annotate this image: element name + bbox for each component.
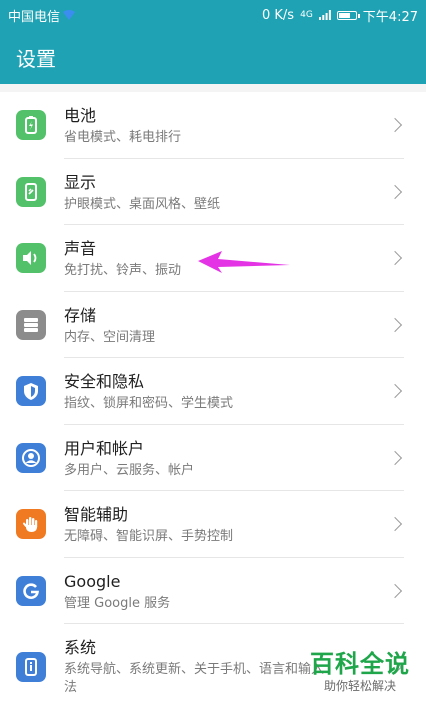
- chevron-right-icon: [388, 516, 404, 532]
- signal-icon: [318, 10, 331, 20]
- system-icon: [16, 651, 46, 682]
- settings-item-title: 电池: [64, 106, 97, 125]
- network-type: 4G: [300, 10, 313, 20]
- watermark-title: 百科全说: [310, 650, 410, 678]
- user-icon: [16, 442, 46, 473]
- settings-item-battery[interactable]: 电池 省电模式、耗电排行: [0, 92, 426, 159]
- settings-item-google[interactable]: Google 管理 Google 服务: [0, 558, 426, 624]
- settings-item-title: 显示: [64, 172, 97, 192]
- chevron-right-icon: [388, 317, 404, 333]
- page-title: 设置: [16, 46, 56, 71]
- settings-item-display[interactable]: 显示 护眼模式、桌面风格、壁纸: [0, 159, 426, 225]
- settings-item-title: 存储: [64, 305, 97, 325]
- watermark-subtitle: 助你轻松解决: [323, 679, 396, 693]
- clock: 下午4:27: [362, 9, 418, 25]
- speaker-icon: [16, 243, 46, 274]
- settings-item-subtitle: 多用户、云服务、帐户: [64, 462, 195, 478]
- chevron-right-icon: [388, 250, 404, 266]
- hand-icon: [16, 509, 46, 540]
- settings-item-title: 智能辅助: [64, 505, 129, 524]
- storage-icon: [16, 309, 46, 340]
- settings-item-users[interactable]: 用户和帐户 多用户、云服务、帐户: [0, 425, 426, 491]
- battery-icon: [16, 110, 46, 141]
- display-icon: [16, 176, 46, 207]
- settings-item-storage[interactable]: 存储 内存、空间清理: [0, 292, 426, 358]
- settings-item-subtitle: 指纹、锁屏和密码、学生模式: [64, 396, 234, 411]
- settings-item-title: 安全和隐私: [64, 372, 145, 391]
- network-speed: 0 K/s: [262, 7, 295, 23]
- chevron-right-icon: [388, 117, 404, 133]
- settings-item-security[interactable]: 安全和隐私 指纹、锁屏和密码、学生模式: [0, 358, 426, 425]
- settings-item-title: 系统: [64, 638, 97, 657]
- watermark: 百科全说 助你轻松解决: [300, 650, 420, 706]
- settings-item-smart-assist[interactable]: 智能辅助 无障碍、智能识屏、手势控制: [0, 491, 426, 558]
- settings-item-subtitle: 无障碍、智能识屏、手势控制: [64, 529, 234, 544]
- status-bar: 中国电信 0 K/s 4G 下午4:27: [0, 0, 426, 30]
- google-icon: [16, 575, 46, 606]
- wifi-icon: [63, 10, 76, 20]
- annotation-arrow-icon: [198, 251, 290, 273]
- settings-item-title: Google: [64, 571, 121, 591]
- battery-status-icon: [336, 10, 360, 20]
- settings-item-subtitle: 内存、空间清理: [64, 329, 156, 345]
- app-bar: 设置: [0, 30, 426, 84]
- settings-item-subtitle: 管理 Google 服务: [64, 595, 171, 611]
- settings-item-title: 用户和帐户: [64, 438, 145, 458]
- chevron-right-icon: [388, 450, 404, 466]
- settings-list: 电池 省电模式、耗电排行 显示 护眼模式、桌面风格、壁纸 声音 免打扰、铃声、振…: [0, 92, 426, 712]
- shield-icon: [16, 376, 46, 407]
- settings-item-subtitle: 系统导航、系统更新、关于手机、语言和输入法: [64, 662, 325, 695]
- settings-item-subtitle: 省电模式、耗电排行: [64, 130, 182, 145]
- carrier-label: 中国电信: [8, 9, 61, 25]
- chevron-right-icon: [388, 383, 404, 399]
- chevron-right-icon: [388, 184, 404, 200]
- settings-item-subtitle: 护眼模式、桌面风格、壁纸: [64, 196, 221, 212]
- chevron-right-icon: [388, 583, 404, 599]
